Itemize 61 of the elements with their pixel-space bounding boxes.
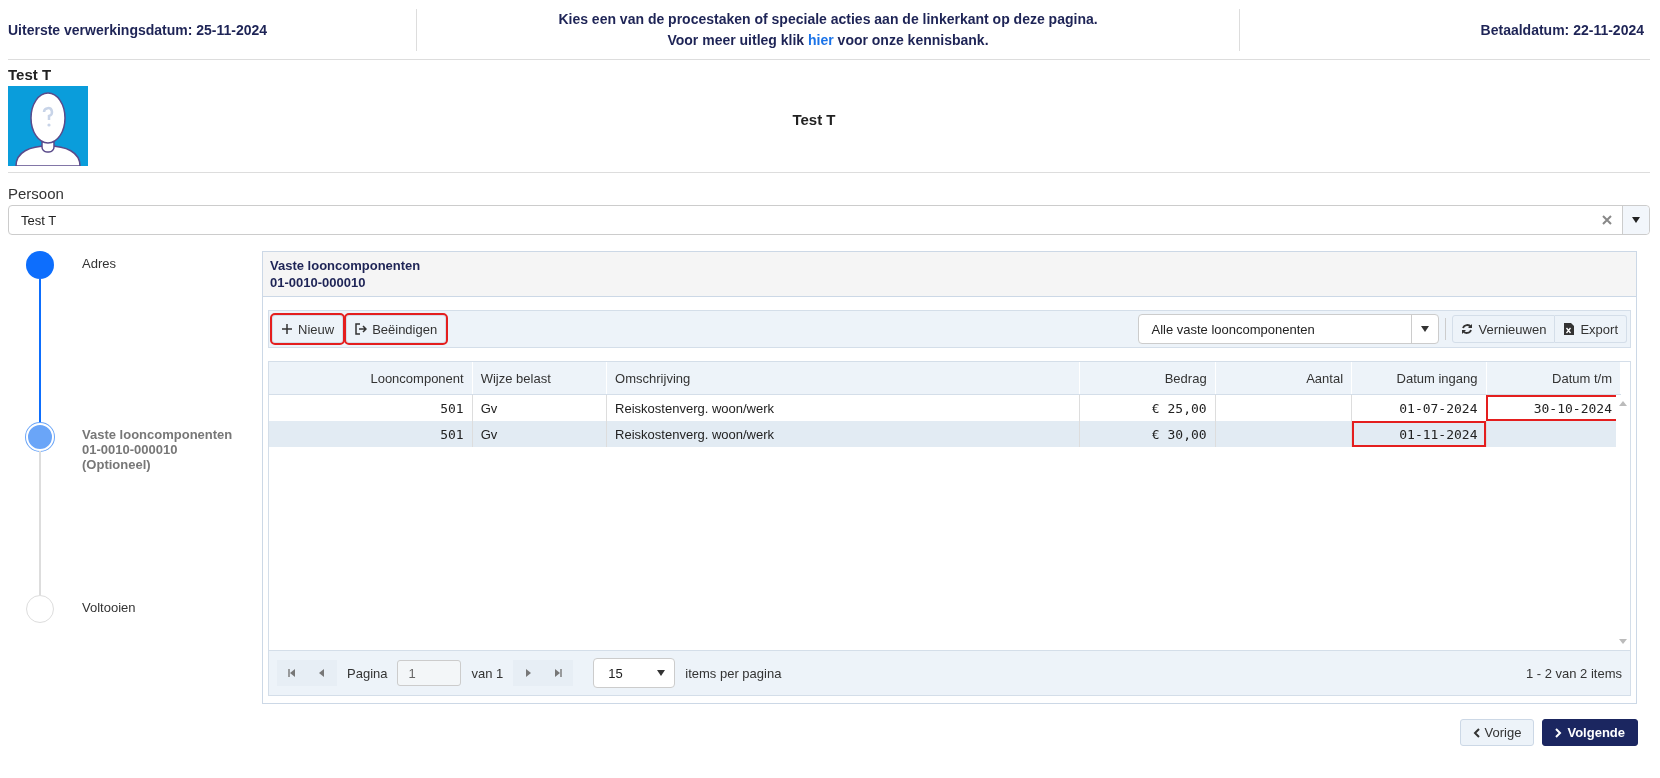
scroll-up-icon — [1619, 401, 1627, 406]
dropdown-caret-icon — [1421, 326, 1430, 332]
toolbar-button[interactable]: Export — [1555, 315, 1627, 343]
table-cell: Gv — [472, 421, 607, 447]
column-header[interactable]: Bedrag — [1079, 362, 1216, 395]
pager-label: Pagina — [347, 665, 388, 681]
filter-select[interactable]: Alle vaste looncomponenten — [1138, 314, 1440, 344]
first-page-button[interactable] — [277, 660, 307, 686]
page-input[interactable]: 1 — [397, 660, 462, 686]
page-size-select[interactable]: 15 — [593, 658, 676, 688]
step-label[interactable]: Adres — [82, 251, 116, 423]
step-label[interactable]: Vaste looncomponenten 01-0010-000010 (Optioneel) — [82, 423, 233, 595]
spreadsheet-file-icon — [1563, 323, 1576, 335]
first-page-icon — [288, 669, 296, 677]
toolbar-button[interactable]: Nieuw — [272, 315, 344, 343]
payment-date: Betaaldatum: 22-11-2024 — [1479, 21, 1645, 38]
pager-label: van 1 — [471, 665, 504, 681]
next-page-button[interactable] — [513, 660, 544, 686]
help-link[interactable]: hier — [808, 31, 834, 48]
refresh-icon — [1461, 323, 1474, 335]
previous-button[interactable]: Vorige — [1459, 719, 1535, 746]
step-label[interactable]: Voltooien — [82, 595, 136, 623]
panel-subtitle: 01-0010-000010 — [270, 274, 367, 291]
scroll-down-icon — [1619, 639, 1627, 644]
column-header[interactable]: Looncomponent — [269, 362, 473, 395]
instruction-text: Voor meer uitleg klik hier voor onze kennisbank. — [666, 30, 990, 50]
table-cell: € 30,00 — [1079, 421, 1216, 447]
last-page-icon — [554, 669, 563, 677]
toolbar-button[interactable]: Vernieuwen — [1452, 315, 1556, 343]
next-button[interactable]: Volgende — [1542, 719, 1638, 746]
processing-deadline: Uiterste verwerkingsdatum: 25-11-2024 — [8, 21, 269, 38]
step-indicator[interactable] — [26, 251, 54, 279]
clear-icon — [1602, 215, 1612, 225]
pager-summary: 1 - 2 van 2 items — [1525, 665, 1622, 681]
last-page-button[interactable] — [543, 660, 574, 686]
previous-page-button[interactable] — [307, 660, 337, 686]
table-cell: Reiskostenverg. woon/werk — [606, 421, 1080, 447]
exit-icon — [355, 323, 368, 335]
pager-label: items per pagina — [685, 665, 782, 681]
dropdown-caret-icon — [657, 670, 666, 676]
column-header[interactable]: Wijze belast — [472, 362, 607, 395]
instruction-text: Kies een van de procestaken of speciale acties aan de linkerkant op deze pagina. — [557, 9, 1099, 29]
table-row[interactable]: 501 Gv Reiskostenverg. woon/werk € 30,00 01-11-2024 — [269, 421, 1621, 447]
panel-title: Vaste looncomponenten — [270, 257, 422, 274]
field-label: Persoon — [8, 185, 65, 202]
chevron-icon — [1555, 727, 1563, 738]
chevron-icon — [1472, 727, 1480, 738]
person-name: Test T — [8, 66, 53, 83]
column-header[interactable]: Datum ingang — [1351, 362, 1486, 395]
plus-icon — [281, 323, 293, 335]
column-header[interactable]: Datum t/m — [1486, 362, 1621, 395]
next-page-icon — [524, 669, 533, 677]
toolbar-button[interactable]: Beëindigen — [346, 315, 447, 343]
person-title: Test T — [791, 110, 837, 128]
dropdown-caret-icon — [1632, 217, 1640, 223]
table-cell: 01-11-2024 — [1351, 421, 1486, 447]
column-header[interactable]: Aantal — [1215, 362, 1352, 395]
table-cell: 501 — [269, 421, 473, 447]
previous-page-icon — [318, 669, 326, 677]
person-select[interactable]: Test T — [8, 205, 1650, 235]
column-header[interactable]: Omschrijving — [606, 362, 1080, 395]
